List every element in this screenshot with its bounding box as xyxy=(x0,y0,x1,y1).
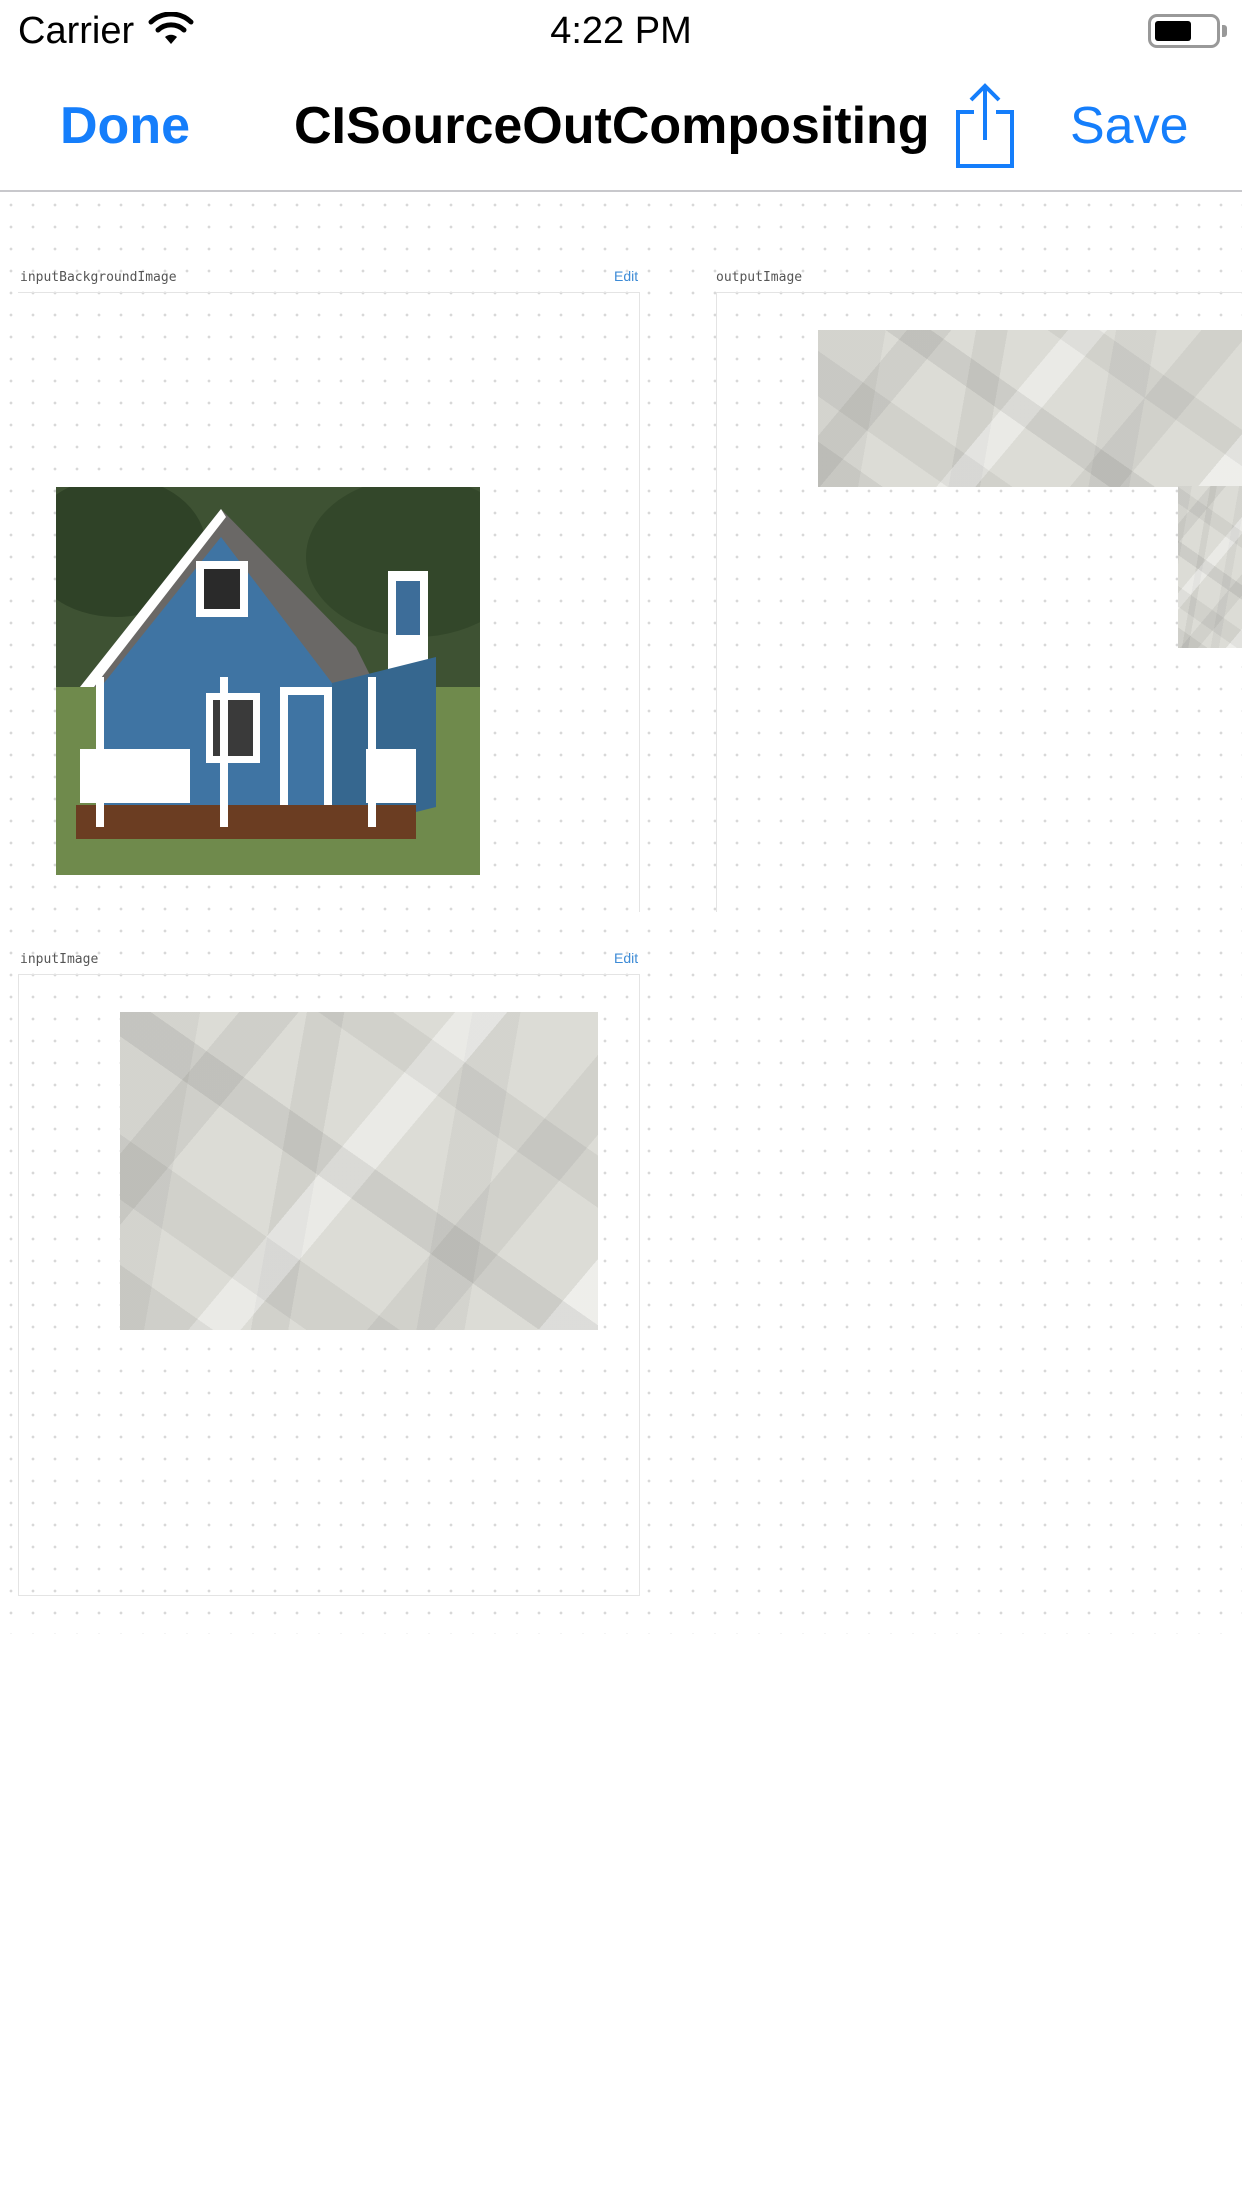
done-button[interactable]: Done xyxy=(60,96,190,156)
battery-icon xyxy=(1148,14,1227,48)
navigation-bar: Done CISourceOutCompositing Save xyxy=(0,60,1242,192)
output-image-label: outputImage xyxy=(716,270,803,285)
status-time: 4:22 PM xyxy=(550,10,692,52)
output-paper-top xyxy=(818,330,1242,487)
save-button[interactable]: Save xyxy=(1070,96,1189,156)
page-title: CISourceOutCompositing xyxy=(294,97,930,155)
crumpled-paper-photo xyxy=(120,1012,598,1330)
output-paper-side xyxy=(1178,486,1242,648)
input-image-edit-button[interactable]: Edit xyxy=(614,950,638,966)
input-image-label: inputImage xyxy=(20,952,99,967)
house-photo xyxy=(56,487,480,875)
share-icon[interactable] xyxy=(954,82,1016,170)
status-bar: Carrier 4:22 PM xyxy=(0,0,1242,60)
background-image-label: inputBackgroundImage xyxy=(20,270,177,285)
background-image-edit-button[interactable]: Edit xyxy=(614,268,638,284)
